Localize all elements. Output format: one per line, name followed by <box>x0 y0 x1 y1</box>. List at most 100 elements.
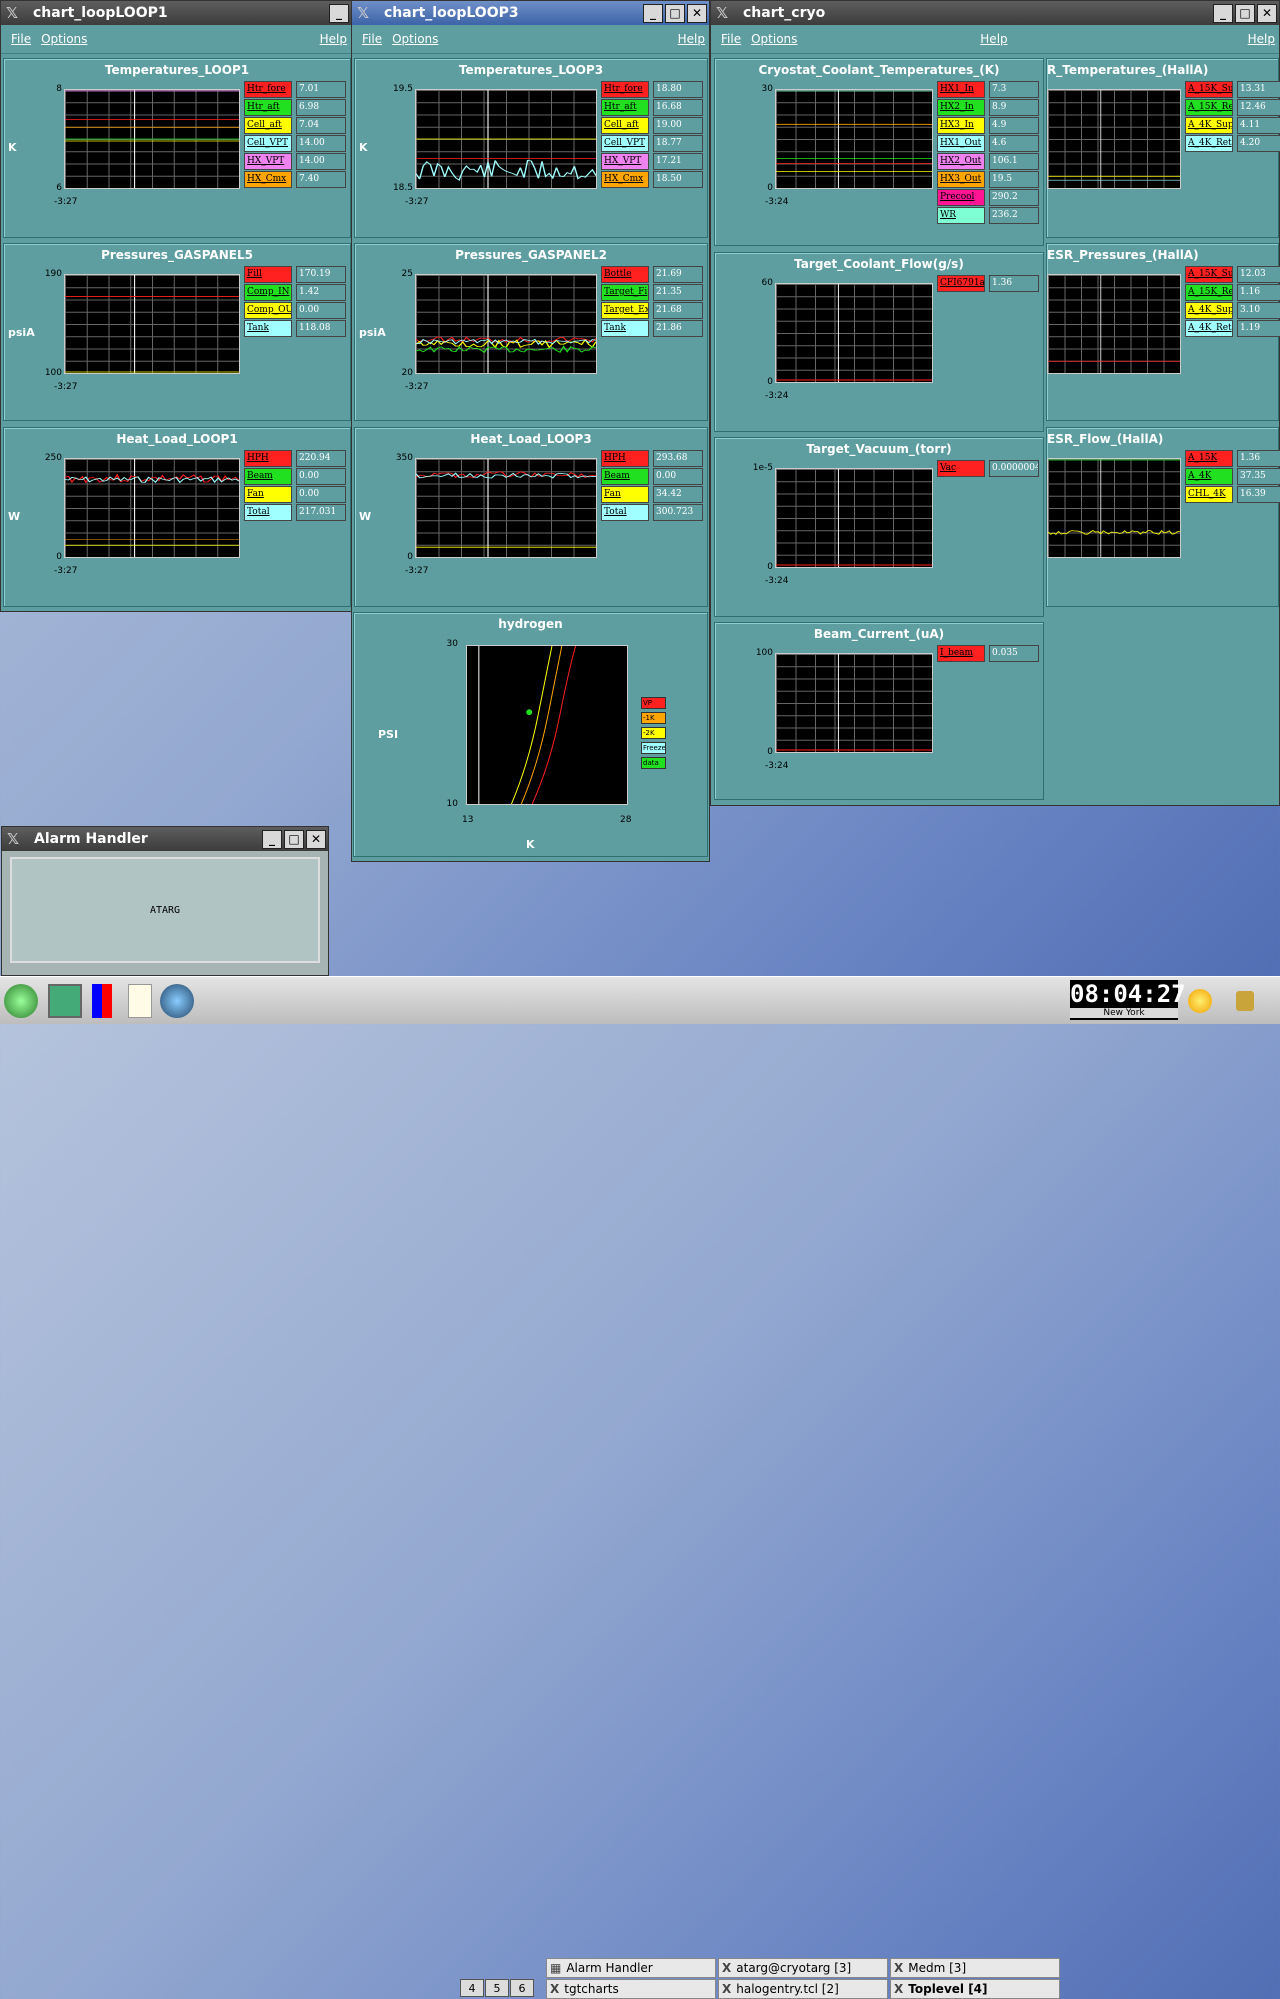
legend: Fill 170.19 Comp_IN 1.42 Comp_OU 0.00 Tank 118.… <box>244 266 346 338</box>
task-atarg-term[interactable]: Xatarg@cryotarg [3] <box>718 1958 888 1978</box>
legend-value: 106.1 <box>989 153 1039 170</box>
minimize-button[interactable]: _ <box>1213 3 1233 23</box>
legend-row[interactable]: Target_Fi 21.35 <box>601 284 703 301</box>
desktop-icon[interactable] <box>48 984 82 1018</box>
legend-row[interactable]: HX3_In 4.9 <box>937 117 1039 134</box>
task-alarm-handler[interactable]: ▦ Alarm Handler <box>546 1958 716 1978</box>
legend-row[interactable]: HX_Cmx 18.50 <box>601 171 703 188</box>
konsole-icon[interactable] <box>92 984 112 1018</box>
task-medm[interactable]: X Medm [3] <box>890 1958 1060 1978</box>
lock-icon[interactable] <box>1236 991 1254 1011</box>
legend-row[interactable]: A_15K_Re 12.46 <box>1185 99 1280 116</box>
legend-row[interactable]: Tank 118.08 <box>244 320 346 337</box>
task-tgtcharts[interactable]: Xtgtcharts <box>546 1979 716 1999</box>
legend-row[interactable]: Htr_aft 6.98 <box>244 99 346 116</box>
legend-row[interactable]: A_15K_Su 13.31 <box>1185 81 1280 98</box>
legend-row[interactable]: Htr_fore 18.80 <box>601 81 703 98</box>
legend-row[interactable]: Htr_fore 7.01 <box>244 81 346 98</box>
browser-icon[interactable] <box>160 984 194 1018</box>
legend-row[interactable]: A_4K_Sup 3.10 <box>1185 302 1280 319</box>
legend-row[interactable]: I_beam 0.035 <box>937 645 1039 662</box>
legend-row[interactable]: Total 217.031 <box>244 504 346 521</box>
close-button[interactable]: ✕ <box>306 829 326 849</box>
suse-menu-icon[interactable] <box>4 984 38 1018</box>
legend-row[interactable]: HX_Cmx 7.40 <box>244 171 346 188</box>
legend-value: 13.31 <box>1237 81 1280 98</box>
menu-help[interactable]: Help <box>678 32 705 46</box>
legend-row[interactable]: HX2_In 8.9 <box>937 99 1039 116</box>
legend-row[interactable]: HPH 293.68 <box>601 450 703 467</box>
legend-row[interactable]: WR 236.2 <box>937 207 1039 224</box>
pager-desk-4[interactable]: 4 <box>460 1979 484 1997</box>
legend-row[interactable]: Cell_VPT 18.77 <box>601 135 703 152</box>
minimize-button[interactable]: _ <box>262 829 282 849</box>
legend-row[interactable]: A_4K_Ret 1.19 <box>1185 320 1280 337</box>
maximize-button[interactable]: □ <box>665 3 685 23</box>
menu-options[interactable]: Options <box>392 32 438 46</box>
titlebar[interactable]: 𝕏 chart_loopLOOP1 _ <box>1 1 351 25</box>
legend-row[interactable]: A_4K_Sup 4.11 <box>1185 117 1280 134</box>
legend-row[interactable]: Tank 21.86 <box>601 320 703 337</box>
legend-row[interactable]: Precool 290.2 <box>937 189 1039 206</box>
legend-row[interactable]: HPH 220.94 <box>244 450 346 467</box>
task-toplevel[interactable]: X Toplevel [4] <box>890 1979 1060 1999</box>
legend-row[interactable]: CHL_4K 16.39 <box>1185 486 1280 503</box>
close-button[interactable]: ✕ <box>1257 3 1277 23</box>
sun-icon[interactable] <box>1188 989 1212 1013</box>
legend-row[interactable]: Bottle 21.69 <box>601 266 703 283</box>
menu-file[interactable]: File <box>721 32 741 46</box>
legend-row[interactable]: Cell_VPT 14.00 <box>244 135 346 152</box>
menu-options[interactable]: Options <box>751 32 797 46</box>
maximize-button[interactable]: □ <box>284 829 304 849</box>
minimize-button[interactable]: _ <box>643 3 663 23</box>
menu-help[interactable]: Help <box>320 32 347 46</box>
legend-row[interactable]: HX1_In 7.3 <box>937 81 1039 98</box>
legend-row[interactable]: HX_VPT 17.21 <box>601 153 703 170</box>
maximize-button[interactable]: □ <box>1235 3 1255 23</box>
legend-row[interactable]: A_15K_Re 1.16 <box>1185 284 1280 301</box>
legend-row[interactable]: Vac 0.0000004 <box>937 460 1039 477</box>
legend-row[interactable]: Beam 0.00 <box>601 468 703 485</box>
legend-row[interactable]: Total 300.723 <box>601 504 703 521</box>
legend-row[interactable]: Fill 170.19 <box>244 266 346 283</box>
legend-row[interactable]: Target_Ex 21.68 <box>601 302 703 319</box>
legend-row[interactable]: Comp_OU 0.00 <box>244 302 346 319</box>
task-halogentry[interactable]: Xhalogentry.tcl [2] <box>718 1979 888 1999</box>
legend-value: 4.11 <box>1237 117 1280 134</box>
legend-row[interactable]: Comp_IN 1.42 <box>244 284 346 301</box>
legend-row[interactable]: Cell_aft 19.00 <box>601 117 703 134</box>
pager-desk-6[interactable]: 6 <box>510 1979 534 1997</box>
legend-row[interactable]: Cell_aft 7.04 <box>244 117 346 134</box>
legend-row[interactable]: CFI6791a 1.36 <box>937 275 1039 292</box>
legend-row[interactable]: A_4K 37.35 <box>1185 468 1280 485</box>
legend-name: A_4K_Sup <box>1185 117 1233 134</box>
titlebar[interactable]: 𝕏 chart_cryo _ □ ✕ <box>711 1 1279 25</box>
titlebar[interactable]: 𝕏 chart_loopLOOP3 _ □ ✕ <box>352 1 709 25</box>
legend-row[interactable]: HX_VPT 14.00 <box>244 153 346 170</box>
legend-row[interactable]: A_15K_Su 12.03 <box>1185 266 1280 283</box>
legend-row[interactable]: A_4K_Ret 4.20 <box>1185 135 1280 152</box>
alarm-group-atarg[interactable]: ATARG <box>10 857 320 963</box>
legend-name: Htr_aft <box>601 99 649 116</box>
legend-row[interactable]: Beam 0.00 <box>244 468 346 485</box>
close-button[interactable]: ✕ <box>687 3 707 23</box>
legend-value: 17.21 <box>653 153 703 170</box>
titlebar[interactable]: 𝕏 Alarm Handler _ □ ✕ <box>2 827 328 851</box>
menu-file[interactable]: File <box>362 32 382 46</box>
minimize-button[interactable]: _ <box>329 3 349 23</box>
menu-options[interactable]: Options <box>41 32 87 46</box>
pager-desk-5[interactable]: 5 <box>485 1979 509 1997</box>
legend-row[interactable]: Fan 34.42 <box>601 486 703 503</box>
menu-file[interactable]: File <box>11 32 31 46</box>
kate-icon[interactable] <box>128 984 152 1018</box>
legend-row[interactable]: Htr_aft 16.68 <box>601 99 703 116</box>
menu-help-2[interactable]: Help <box>1248 32 1275 46</box>
legend-row[interactable]: HX3_Out 19.5 <box>937 171 1039 188</box>
menu-help[interactable]: Help <box>980 32 1007 46</box>
legend-row[interactable]: HX2_Out 106.1 <box>937 153 1039 170</box>
legend-row[interactable]: Fan 0.00 <box>244 486 346 503</box>
legend: Bottle 21.69 Target_Fi 21.35 Target_Ex 21.68 T… <box>601 266 703 338</box>
legend-row[interactable]: A_15K 1.36 <box>1185 450 1280 467</box>
legend-name: HX_VPT <box>601 153 649 170</box>
legend-row[interactable]: HX1_Out 4.6 <box>937 135 1039 152</box>
